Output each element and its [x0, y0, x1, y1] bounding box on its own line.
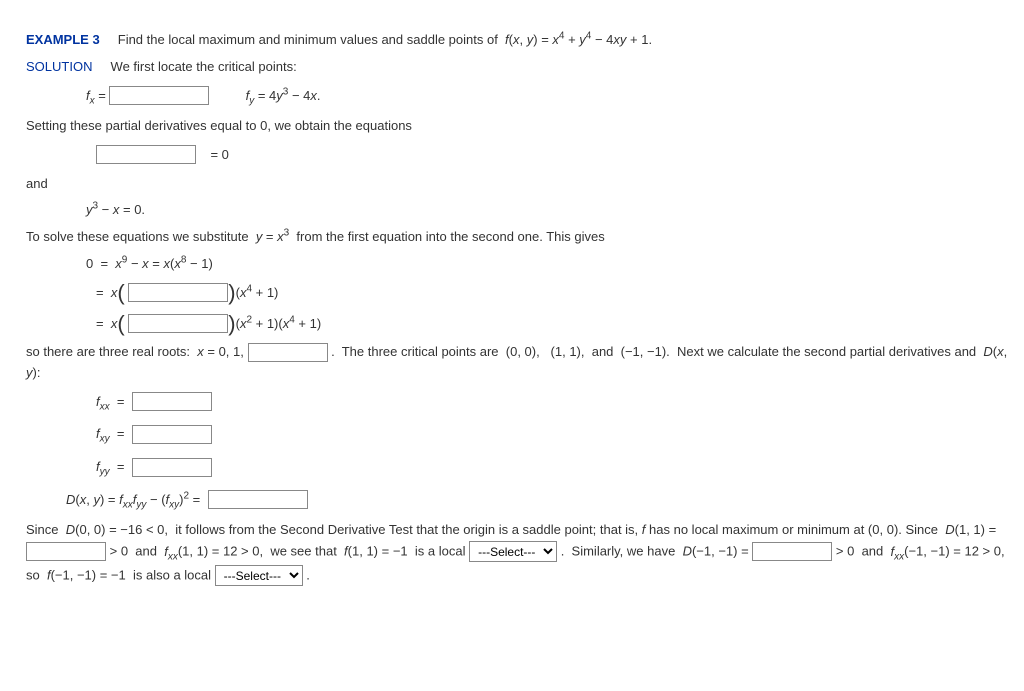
p2: > 0 and fxx(1, 1) = 12 > 0, we see that … — [110, 544, 469, 559]
subst-text: To solve these equations we substitute y… — [26, 227, 1014, 248]
Dm1m1-input[interactable] — [752, 542, 832, 561]
eqB-row: = x( )(x4 + 1) — [96, 281, 1014, 306]
fxx-input[interactable] — [132, 392, 212, 411]
Dxy-label: D(x, y) = fxxfyy − (fxy)2 = — [66, 492, 200, 507]
fyy-input[interactable] — [132, 458, 212, 477]
roots-input[interactable] — [248, 343, 328, 362]
intro-text: We first locate the critical points: — [111, 59, 297, 74]
example-text: Find the local maximum and minimum value… — [118, 32, 652, 47]
Dxy-input[interactable] — [208, 490, 308, 509]
fyy-label: fyy = — [96, 459, 124, 474]
fxx-row: fxx = — [96, 390, 1014, 417]
fyy-row: fyy = — [96, 455, 1014, 482]
eqA: 0 = x9 − x = x(x8 − 1) — [86, 254, 1014, 275]
eqC-row: = x( )(x2 + 1)(x4 + 1) — [96, 312, 1014, 337]
eq-zero-row: = 0 — [96, 143, 1014, 168]
roots-line: so there are three real roots: x = 0, 1,… — [26, 342, 1014, 384]
conclusion: Since D(0, 0) = −16 < 0, it follows from… — [26, 520, 1014, 586]
Dxy-row: D(x, y) = fxxfyy − (fxy)2 = — [66, 488, 1014, 515]
solution-label: SOLUTION — [26, 59, 92, 74]
eqB-input[interactable] — [128, 283, 228, 302]
eqC-post: (x2 + 1)(x4 + 1) — [236, 316, 322, 331]
eq-zero-rhs: = 0 — [210, 147, 228, 162]
fx-input[interactable] — [109, 86, 209, 105]
eqC-pre: = x — [96, 316, 117, 331]
fxy-input[interactable] — [132, 425, 212, 444]
p5: . — [306, 568, 310, 583]
example-label: EXAMPLE 3 — [26, 32, 100, 47]
D11-input[interactable] — [26, 542, 106, 561]
eqB-pre: = x — [96, 285, 117, 300]
setting-text: Setting these partial derivatives equal … — [26, 116, 1014, 137]
roots-pre: so there are three real roots: x = 0, 1, — [26, 344, 244, 359]
p3: . Similarly, we have D(−1, −1) = — [561, 544, 753, 559]
fx-label: fx = — [86, 88, 106, 103]
fxy-label: fxy = — [96, 426, 124, 441]
select-1[interactable]: ---Select--- — [469, 541, 557, 562]
fxy-row: fxy = — [96, 422, 1014, 449]
eq-zero-input[interactable] — [96, 145, 196, 164]
y3-eq: y3 − x = 0. — [86, 200, 1014, 221]
fy-eq: fy = 4y3 − 4x. — [246, 88, 321, 103]
solution-line: SOLUTION We first locate the critical po… — [26, 57, 1014, 78]
eqB-post: (x4 + 1) — [236, 285, 279, 300]
eqC-input[interactable] — [128, 314, 228, 333]
fxx-label: fxx = — [96, 394, 124, 409]
fx-fy-row: fx = fy = 4y3 − 4x. — [86, 84, 1014, 111]
and-label: and — [26, 174, 1014, 195]
example-header: EXAMPLE 3 Find the local maximum and min… — [26, 30, 1014, 51]
select-2[interactable]: ---Select--- — [215, 565, 303, 586]
p1: Since D(0, 0) = −16 < 0, it follows from… — [26, 522, 996, 537]
